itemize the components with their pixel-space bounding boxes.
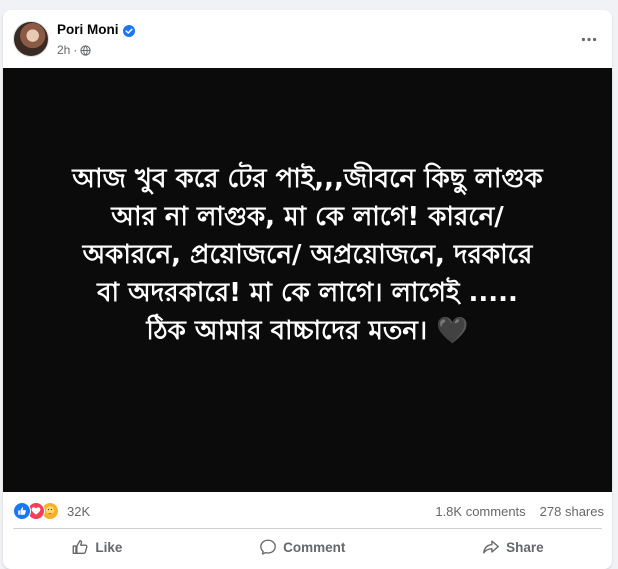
like-icon bbox=[13, 502, 31, 520]
stats-row: 32K 1.8K comments 278 shares bbox=[3, 498, 612, 524]
post-image[interactable]: আজ খুব করে টের পাই,,,জীবনে কিছু লাগুক আর… bbox=[3, 68, 612, 492]
action-bar: Like Comment Share bbox=[3, 530, 612, 564]
reactions-summary[interactable]: 32K bbox=[13, 502, 90, 520]
more-options-button[interactable] bbox=[578, 28, 600, 50]
actions-divider bbox=[13, 528, 602, 529]
verified-badge-icon bbox=[122, 24, 135, 37]
like-label: Like bbox=[95, 539, 123, 555]
post-text: আজ খুব করে টের পাই,,,জীবনে কিছু লাগুক আর… bbox=[72, 164, 543, 346]
more-dots-icon bbox=[581, 37, 597, 41]
comments-count[interactable]: 1.8K comments bbox=[435, 504, 525, 519]
author-name[interactable]: Pori Moni bbox=[57, 22, 119, 37]
post-meta: 2h · bbox=[57, 43, 91, 57]
author-avatar[interactable] bbox=[13, 21, 49, 57]
author-row: Pori Moni bbox=[57, 22, 135, 37]
post-card: Pori Moni 2h · আজ খুব করে টের পাই,,,জীবন… bbox=[3, 10, 612, 569]
post-timestamp[interactable]: 2h bbox=[57, 43, 70, 57]
public-globe-icon bbox=[80, 44, 91, 56]
thumbs-up-icon bbox=[72, 540, 88, 554]
comment-icon bbox=[260, 539, 276, 555]
engagement-counts: 1.8K comments 278 shares bbox=[435, 504, 604, 519]
share-label: Share bbox=[506, 539, 544, 555]
like-button[interactable]: Like bbox=[51, 532, 142, 562]
share-button[interactable]: Share bbox=[462, 532, 564, 562]
share-icon bbox=[483, 540, 499, 554]
comment-button[interactable]: Comment bbox=[239, 532, 365, 562]
separator-dot: · bbox=[73, 43, 78, 57]
post-header: Pori Moni 2h · bbox=[3, 10, 612, 68]
comment-label: Comment bbox=[283, 539, 346, 555]
shares-count[interactable]: 278 shares bbox=[540, 504, 604, 519]
reaction-count: 32K bbox=[67, 503, 91, 519]
